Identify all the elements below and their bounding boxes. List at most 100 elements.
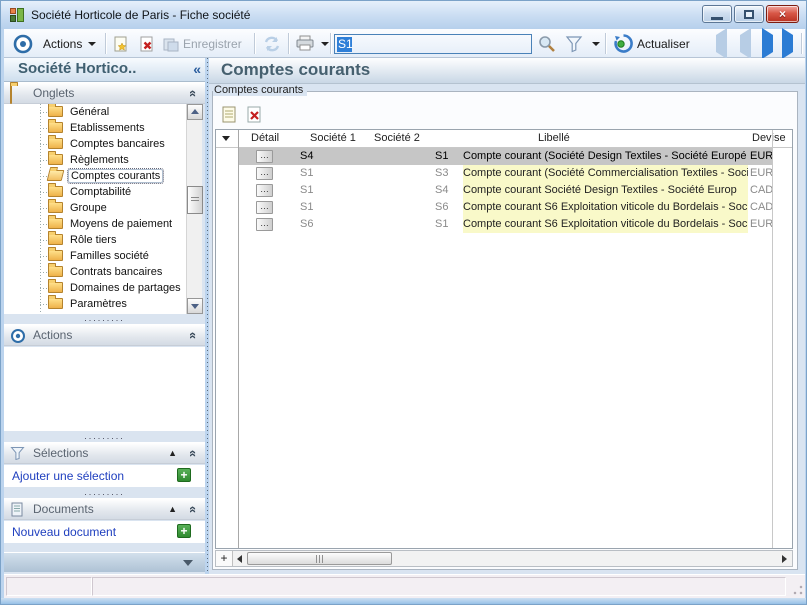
new-record-button[interactable] [112, 32, 130, 55]
comptes-courants-groupbox: Comptes courants Détail Société 1 Sociét… [212, 91, 798, 570]
new-page-icon [112, 35, 130, 53]
actions-menu-button[interactable]: Actions [40, 32, 96, 55]
collapse-panel-icon[interactable]: « [186, 332, 201, 339]
panel-header-documents[interactable]: Documents ▲ « [4, 498, 205, 520]
cell-societe2: S1 [435, 218, 448, 230]
scroll-right-button[interactable] [778, 551, 792, 566]
cell-libelle: Compte courant (Société Design Textiles … [463, 148, 748, 165]
tree-item-groupe[interactable]: Groupe [4, 200, 186, 216]
scroll-left-button[interactable] [233, 551, 247, 566]
search-button[interactable] [537, 32, 557, 55]
tree-item-comptes-courants[interactable]: Comptes courants [4, 168, 186, 184]
panel-header-onglets[interactable]: Onglets « [4, 82, 205, 104]
grid-new-row-button[interactable] [220, 105, 240, 125]
tree-item-label: Rôle tiers [68, 234, 118, 246]
close-button[interactable]: × [766, 5, 799, 23]
add-selection-link[interactable]: Ajouter une sélection [12, 469, 124, 483]
print-dropdown-button[interactable] [318, 32, 329, 55]
detail-ellipsis-button[interactable]: … [256, 167, 273, 180]
column-header-devise[interactable]: Devise [752, 132, 786, 144]
scrollbar-thumb[interactable] [247, 552, 392, 565]
minimize-button[interactable] [702, 5, 732, 23]
folder-icon [10, 86, 26, 100]
nav-previous-button[interactable] [740, 32, 751, 55]
nav-next-button[interactable] [762, 32, 773, 55]
filter-dropdown-button[interactable] [589, 32, 600, 55]
actualiser-label: Actualiser [634, 37, 693, 51]
detail-ellipsis-button[interactable]: … [256, 218, 273, 231]
tree-item-g-n-ral[interactable]: Général [4, 104, 186, 120]
nav-last-button[interactable] [782, 32, 793, 55]
collapse-panel-icon[interactable]: « [186, 506, 201, 513]
add-row-button[interactable]: + [216, 551, 233, 566]
actions-panel-label: Actions [33, 328, 72, 342]
folder-icon [48, 282, 63, 293]
restore-button[interactable] [734, 5, 764, 23]
table-header[interactable]: Détail Société 1 Société 2 Libellé Devis… [216, 130, 793, 148]
detail-ellipsis-button[interactable]: … [256, 184, 273, 197]
onglets-panel-label: Onglets [33, 86, 74, 100]
table-row[interactable]: …S1S4Compte courant Société Design Texti… [216, 182, 793, 199]
main-title-band: Comptes courants [209, 58, 805, 84]
column-header-societe2[interactable]: Société 2 [374, 132, 420, 144]
add-selection-plus-button[interactable]: + [177, 468, 191, 482]
tree-item-param-tres[interactable]: Paramètres [4, 296, 186, 312]
collapse-up-icon[interactable]: ▲ [168, 448, 177, 458]
splitter-handle[interactable]: ......... [4, 489, 205, 497]
tree-item-r-le-tiers[interactable]: Rôle tiers [4, 232, 186, 248]
panel-header-selections[interactable]: Sélections ▲ « [4, 442, 205, 464]
cell-devise: EUR [750, 218, 773, 230]
refresh-button[interactable] [262, 32, 282, 55]
app-icon [10, 8, 25, 23]
folder-icon [48, 250, 63, 261]
collapse-panel-icon[interactable]: « [186, 450, 201, 457]
collapse-sidebar-button[interactable]: « [193, 61, 201, 77]
nav-first-button[interactable] [716, 32, 727, 55]
search-input[interactable] [334, 34, 532, 54]
splitter-handle[interactable]: ......... [4, 315, 205, 323]
onglets-tree: GénéralEtablissements Comptes bancaires Rè… [4, 104, 186, 314]
sidebar-overflow-bar[interactable] [4, 552, 205, 572]
tree-item-contrats-bancaires[interactable]: Contrats bancaires [4, 264, 186, 280]
horizontal-scrollbar[interactable]: + [215, 550, 793, 567]
filter-button[interactable] [564, 32, 584, 55]
collapse-up-icon[interactable]: ▲ [168, 504, 177, 514]
table-rows: …S4S1Compte courant (Société Design Text… [216, 148, 793, 233]
tree-item-r-glements[interactable]: Règlements [4, 152, 186, 168]
print-button[interactable] [295, 32, 315, 55]
detail-ellipsis-button[interactable]: … [256, 201, 273, 214]
scrollbar-thumb[interactable] [187, 186, 203, 214]
tree-item-etablissements[interactable]: Etablissements [4, 120, 186, 136]
documents-panel-label: Documents [33, 502, 94, 516]
tree-item-familles-soci-t-[interactable]: Familles société [4, 248, 186, 264]
table-row[interactable]: …S4S1Compte courant (Société Design Text… [216, 148, 793, 165]
tree-item-label: Comptabilité [68, 186, 133, 198]
tree-item-label: Moyens de paiement [68, 218, 174, 230]
save-button[interactable]: Enregistrer [162, 32, 245, 55]
table-row[interactable]: …S1S3Compte courant (Société Commerciali… [216, 165, 793, 182]
tree-item-label: Comptes bancaires [68, 138, 167, 150]
new-document-link[interactable]: Nouveau document [12, 525, 116, 539]
tree-item-moyens-de-paiement[interactable]: Moyens de paiement [4, 216, 186, 232]
scroll-up-button[interactable] [187, 104, 203, 120]
table-row[interactable]: …S1S6Compte courant S6 Exploitation viti… [216, 199, 793, 216]
new-document-plus-button[interactable]: + [177, 524, 191, 538]
actualiser-button[interactable]: Actualiser [613, 32, 693, 55]
tree-item-domaines-de-partages[interactable]: Domaines de partages [4, 280, 186, 296]
tree-scrollbar[interactable] [186, 104, 202, 314]
resize-grip[interactable] [793, 585, 803, 595]
detail-ellipsis-button[interactable]: … [256, 150, 273, 163]
tree-item-comptes-bancaires[interactable]: Comptes bancaires [4, 136, 186, 152]
delete-record-button[interactable] [138, 32, 156, 55]
collapse-panel-icon[interactable]: « [186, 90, 201, 97]
scroll-down-button[interactable] [187, 298, 203, 314]
column-header-detail[interactable]: Détail [251, 132, 279, 144]
splitter-handle[interactable]: ......... [4, 433, 205, 441]
title-bar[interactable]: Société Horticole de Paris - Fiche socié… [1, 1, 807, 29]
grid-delete-row-button[interactable] [245, 105, 265, 125]
table-row[interactable]: …S6S1Compte courant S6 Exploitation viti… [216, 216, 793, 233]
column-header-libelle[interactable]: Libellé [538, 132, 570, 144]
tree-item-comptabilit-[interactable]: Comptabilité [4, 184, 186, 200]
column-header-societe1[interactable]: Société 1 [310, 132, 356, 144]
panel-header-actions[interactable]: Actions « [4, 324, 205, 346]
